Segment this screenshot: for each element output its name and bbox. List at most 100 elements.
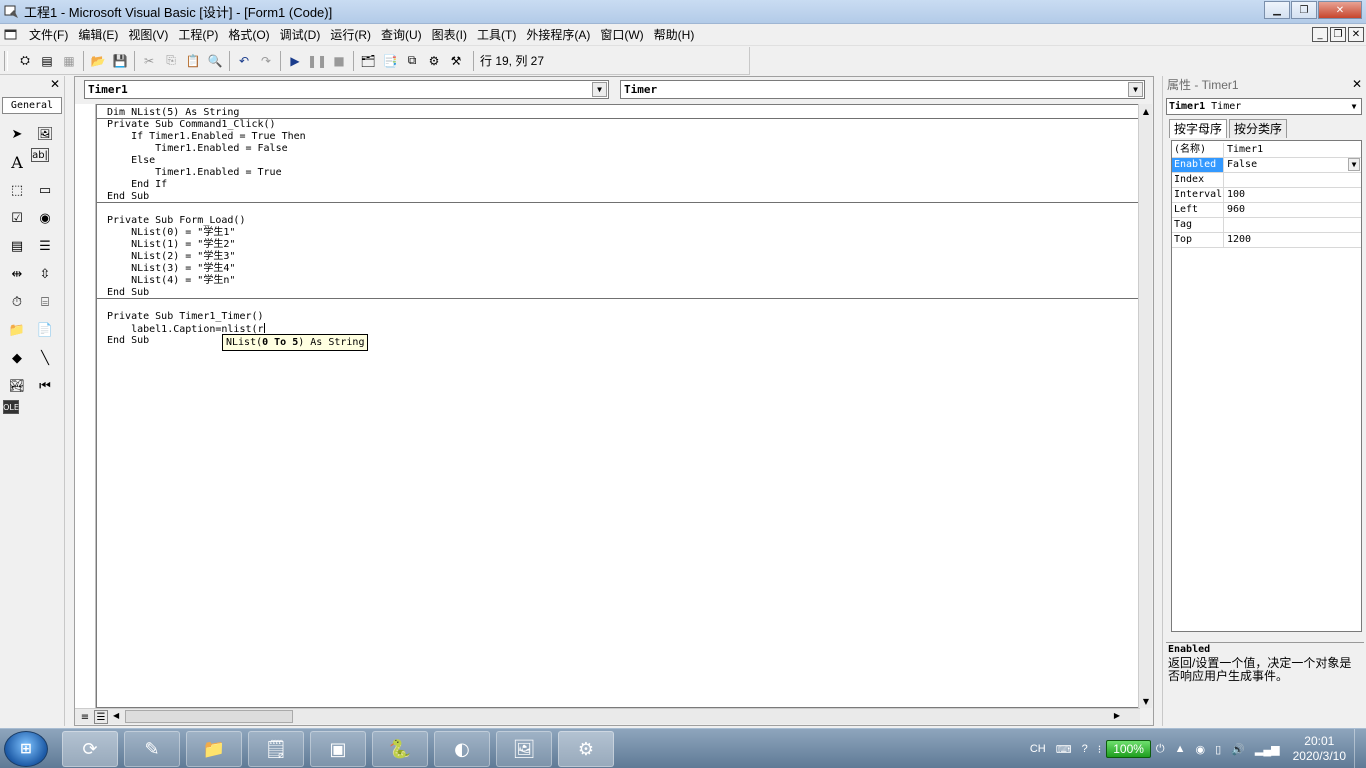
code-line[interactable]: Timer1.Enabled = False bbox=[107, 143, 287, 155]
hscrollbar-tool-icon[interactable]: ⇹ bbox=[3, 260, 31, 288]
dirlistbox-tool-icon[interactable]: 📁 bbox=[3, 316, 31, 344]
menu-run[interactable]: 运行(R) bbox=[325, 26, 376, 43]
scroll-up-icon[interactable]: ▲ bbox=[1139, 104, 1153, 118]
properties-window-icon[interactable]: 📑 bbox=[379, 50, 401, 72]
menu-addins[interactable]: 外接程序(A) bbox=[521, 26, 595, 43]
object-browser-icon[interactable]: ⚙ bbox=[423, 50, 445, 72]
taskbar-eclipse-icon[interactable]: ◐ bbox=[434, 731, 490, 767]
code-line[interactable]: NList(1) = "学生2" bbox=[107, 239, 235, 251]
listbox-tool-icon[interactable]: ☰ bbox=[31, 232, 59, 260]
toolbox-close-icon[interactable]: ✕ bbox=[48, 77, 62, 91]
paste-icon[interactable]: 📋 bbox=[182, 50, 204, 72]
menu-format[interactable]: 格式(O) bbox=[223, 26, 274, 43]
show-hidden-icons-icon[interactable]: ▲ bbox=[1175, 743, 1186, 755]
taskbar-picture-icon[interactable]: 🖼 bbox=[496, 731, 552, 767]
scroll-left-icon[interactable]: ◀ bbox=[113, 711, 119, 720]
scroll-down-icon[interactable]: ▼ bbox=[1139, 694, 1153, 708]
procedure-view-icon[interactable]: ≡ bbox=[78, 710, 92, 724]
form-layout-icon[interactable]: ⧉ bbox=[401, 50, 423, 72]
network-icon[interactable]: ▂▄▆ bbox=[1255, 743, 1280, 756]
line-tool-icon[interactable]: ╲ bbox=[31, 344, 59, 372]
code-margin[interactable] bbox=[75, 104, 96, 708]
undo-icon[interactable]: ↶ bbox=[233, 50, 255, 72]
property-row[interactable]: Left 960 bbox=[1172, 203, 1361, 218]
scroll-right-icon[interactable]: ▶ bbox=[1114, 711, 1120, 720]
tray-360-icon[interactable]: ◉ bbox=[1196, 743, 1206, 756]
project-explorer-icon[interactable]: 🗂 bbox=[357, 50, 379, 72]
code-line[interactable]: End If bbox=[107, 179, 167, 191]
help-icon[interactable]: ? bbox=[1082, 743, 1088, 755]
menu-window[interactable]: 窗口(W) bbox=[595, 26, 648, 43]
mdi-minimize-button[interactable]: _ bbox=[1312, 27, 1328, 42]
code-line[interactable]: Timer1.Enabled = True bbox=[107, 167, 281, 179]
full-module-view-icon[interactable]: ☰ bbox=[94, 710, 108, 724]
break-icon[interactable]: ❚❚ bbox=[306, 50, 328, 72]
volume-icon[interactable]: 🔊 bbox=[1231, 743, 1245, 756]
code-line[interactable]: Else bbox=[107, 155, 155, 167]
minimize-button[interactable]: ▁ bbox=[1264, 1, 1290, 19]
menu-file[interactable]: 文件(F) bbox=[24, 26, 73, 43]
taskbar-notes-icon[interactable]: 🗒 bbox=[248, 731, 304, 767]
tab-categorized[interactable]: 按分类序 bbox=[1229, 119, 1288, 138]
menu-diagram[interactable]: 图表(I) bbox=[427, 26, 472, 43]
pointer-tool-icon[interactable]: ➤ bbox=[3, 120, 31, 148]
drivelistbox-tool-icon[interactable]: ⌸ bbox=[31, 288, 59, 316]
taskbar-paint-icon[interactable]: ✎ bbox=[124, 731, 180, 767]
input-language[interactable]: CH bbox=[1030, 743, 1046, 755]
mdi-child-icon[interactable] bbox=[4, 28, 18, 42]
toolbox-icon[interactable]: ⚒ bbox=[445, 50, 467, 72]
mdi-restore-button[interactable]: ❐ bbox=[1330, 27, 1346, 42]
code-line[interactable]: NList(0) = "学生1" bbox=[107, 227, 235, 239]
combobox-tool-icon[interactable]: ▤ bbox=[3, 232, 31, 260]
toolbox-tab-general[interactable]: General bbox=[2, 97, 62, 114]
close-button[interactable]: ✕ bbox=[1318, 1, 1362, 19]
battery-indicator[interactable]: 100% bbox=[1106, 740, 1151, 758]
copy-icon[interactable]: ⎘ bbox=[160, 50, 182, 72]
procedure-combo-dropdown-icon[interactable]: ▼ bbox=[1128, 82, 1143, 97]
code-line[interactable]: If Timer1.Enabled = True Then bbox=[107, 131, 306, 143]
tab-alphabetic[interactable]: 按字母序 bbox=[1169, 119, 1228, 138]
add-form-icon[interactable]: ▤ bbox=[36, 50, 58, 72]
vb-app-icon[interactable] bbox=[4, 4, 20, 20]
property-row[interactable]: Index bbox=[1172, 173, 1361, 188]
horizontal-scroll-thumb[interactable] bbox=[125, 710, 293, 723]
cut-icon[interactable]: ✂ bbox=[138, 50, 160, 72]
properties-object-combo[interactable]: Timer1 Timer ▼ bbox=[1166, 98, 1362, 115]
find-icon[interactable]: 🔍 bbox=[204, 50, 226, 72]
code-line[interactable]: Private Sub Command1_Click() bbox=[107, 119, 276, 131]
code-editor[interactable]: Dim NList(5) As String Private Sub Comma… bbox=[96, 104, 1140, 708]
clock[interactable]: 20:01 2020/3/10 bbox=[1293, 734, 1346, 764]
menu-project[interactable]: 工程(P) bbox=[173, 26, 223, 43]
add-project-icon[interactable]: ⛭ bbox=[14, 50, 36, 72]
menu-view[interactable]: 视图(V) bbox=[123, 26, 173, 43]
property-dropdown-icon[interactable]: ▼ bbox=[1348, 158, 1360, 171]
code-line[interactable]: Private Sub Timer1_Timer() bbox=[107, 311, 264, 323]
checkbox-tool-icon[interactable]: ☑ bbox=[3, 204, 31, 232]
code-line[interactable]: End Sub bbox=[107, 335, 149, 347]
menu-query[interactable]: 查询(U) bbox=[376, 26, 427, 43]
toolbar-grip[interactable] bbox=[4, 50, 8, 71]
properties-combo-dropdown-icon[interactable]: ▼ bbox=[1348, 100, 1360, 113]
menu-debug[interactable]: 调试(D) bbox=[275, 26, 326, 43]
filelistbox-tool-icon[interactable]: 📄 bbox=[31, 316, 59, 344]
start-icon[interactable]: ▶ bbox=[284, 50, 306, 72]
code-vertical-scrollbar[interactable]: ▲ ▼ bbox=[1138, 104, 1152, 708]
code-line[interactable]: NList(3) = "学生4" bbox=[107, 263, 235, 275]
menu-tools[interactable]: 工具(T) bbox=[472, 26, 521, 43]
property-row[interactable]: Interval 100 bbox=[1172, 188, 1361, 203]
code-line[interactable]: NList(2) = "学生3" bbox=[107, 251, 235, 263]
menu-editor-icon[interactable]: ▦ bbox=[58, 50, 80, 72]
taskbar-explorer-icon[interactable]: 📁 bbox=[186, 731, 242, 767]
taskbar-cmd-icon[interactable]: ▣ bbox=[310, 731, 366, 767]
property-row-selected[interactable]: Enabled False ▼ bbox=[1172, 158, 1361, 173]
menu-help[interactable]: 帮助(H) bbox=[649, 26, 700, 43]
end-icon[interactable]: ■ bbox=[328, 50, 350, 72]
ole-tool-icon[interactable]: OLE bbox=[3, 400, 19, 414]
image-tool-icon[interactable]: 🏞 bbox=[3, 372, 31, 400]
procedure-combo[interactable]: Timer ▼ bbox=[620, 80, 1145, 99]
timer-tool-icon[interactable]: ⏱ bbox=[3, 288, 31, 316]
taskbar-360-icon[interactable]: ⟳ bbox=[62, 731, 118, 767]
properties-close-icon[interactable]: ✕ bbox=[1350, 77, 1364, 91]
vscrollbar-tool-icon[interactable]: ⇳ bbox=[31, 260, 59, 288]
picturebox-tool-icon[interactable]: 🖼 bbox=[31, 120, 59, 148]
